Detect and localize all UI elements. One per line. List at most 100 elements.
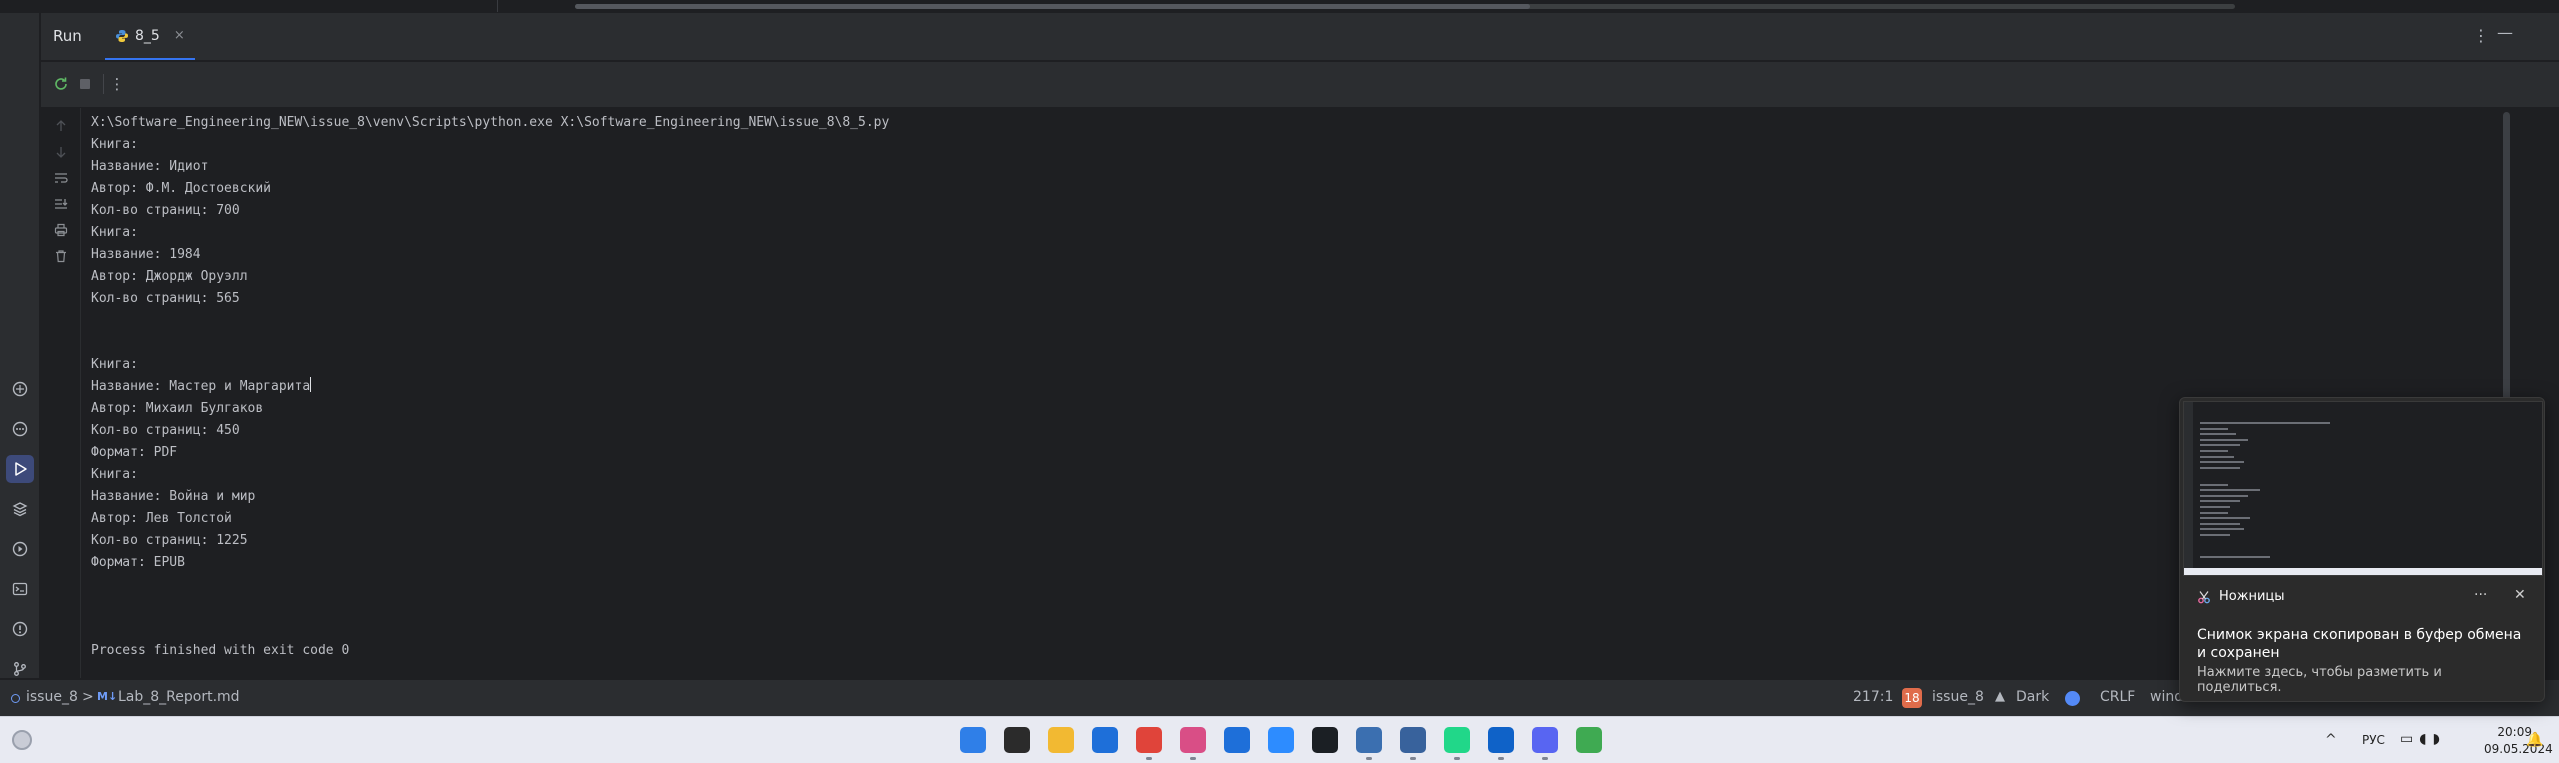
markdown-file-icon: M↓ <box>97 690 118 703</box>
text-caret <box>310 377 312 392</box>
notification-close-icon[interactable]: ✕ <box>2514 587 2526 603</box>
breadcrumb-separator: > <box>82 689 94 705</box>
github-icon[interactable] <box>1312 727 1338 753</box>
console-line: Кол-во страниц: 700 <box>91 203 240 218</box>
file-explorer-icon[interactable] <box>1048 727 1074 753</box>
thumbnail-line <box>2200 494 2248 497</box>
scroll-to-end-icon[interactable] <box>51 194 71 214</box>
console-line: Кол-во страниц: 565 <box>91 291 240 306</box>
running-indicator <box>1190 757 1196 760</box>
tray-status-icons[interactable]: ▭◖◗ <box>2400 731 2446 747</box>
run-tool-icon[interactable] <box>6 455 34 483</box>
more-options-icon[interactable]: ⋮ <box>2473 26 2489 45</box>
stop-icon[interactable] <box>75 74 95 94</box>
mail-icon[interactable] <box>1092 727 1118 753</box>
console-line-text: Название: Мастер и Маргарита <box>91 379 311 394</box>
thumbnail-line <box>2200 489 2260 492</box>
python-file-icon <box>116 29 128 42</box>
problems-icon[interactable] <box>6 615 34 643</box>
running-indicator <box>1146 757 1152 760</box>
store-icon[interactable] <box>1224 727 1250 753</box>
console-line: Книга: <box>91 137 138 152</box>
terminal-icon[interactable] <box>6 575 34 603</box>
caret-position[interactable]: 217:1 <box>1853 689 1893 705</box>
search-app-icon[interactable] <box>1400 727 1426 753</box>
screenshot-thumbnail[interactable] <box>2183 401 2543 576</box>
status-bar: issue_8 > M↓ Lab_8_Report.md 217:1 18 is… <box>0 679 2559 716</box>
soft-wrap-icon[interactable] <box>51 168 71 188</box>
console-line: Автор: Лев Толстой <box>91 511 232 526</box>
snipping-tool-icon[interactable] <box>1180 727 1206 753</box>
weather-icon[interactable] <box>12 730 32 750</box>
terminal-icon[interactable] <box>1004 727 1030 753</box>
pycharm-icon[interactable] <box>1444 727 1470 753</box>
windows-start-icon[interactable] <box>960 727 986 753</box>
image-viewer-icon[interactable] <box>1576 727 1602 753</box>
scroll-up-icon[interactable] <box>51 116 71 136</box>
breadcrumb-file[interactable]: Lab_8_Report.md <box>118 689 240 705</box>
clock-time[interactable]: 20:09 <box>2484 725 2532 739</box>
tool-window-strip <box>0 13 40 678</box>
notification-title: Снимок экрана скопирован в буфер обмена … <box>2197 627 2522 661</box>
toolbar-more-icon[interactable]: ⋮ <box>107 74 127 94</box>
minimize-icon[interactable]: — <box>2497 23 2513 42</box>
thumbnail-line <box>2200 455 2234 458</box>
thumbnail-line <box>2200 483 2228 486</box>
print-icon[interactable] <box>51 220 71 240</box>
show-hidden-icons-chevron[interactable]: ^ <box>2325 732 2337 748</box>
console-text: X:\Software_Engineering_NEW\issue_8\venv… <box>91 112 889 662</box>
close-tab-icon[interactable]: × <box>174 28 185 43</box>
thumbnail-line <box>2200 427 2228 430</box>
thumbnail-line <box>2200 433 2236 436</box>
running-indicator <box>1542 757 1548 760</box>
input-language[interactable]: РУС <box>2362 733 2385 747</box>
theme-name[interactable]: Dark <box>2016 689 2049 705</box>
thumbnail-line <box>2200 522 2240 525</box>
rerun-icon[interactable] <box>51 74 71 94</box>
thumbnail-line <box>2200 444 2240 447</box>
services-icon[interactable] <box>6 415 34 443</box>
clear-all-icon[interactable] <box>51 246 71 266</box>
vcs-badge[interactable]: 18 <box>1902 688 1922 708</box>
line-separator[interactable]: CRLF <box>2100 689 2135 705</box>
thumbnail-line <box>2200 511 2228 514</box>
project-icon <box>11 694 20 703</box>
snipping-tool-notification[interactable]: Ножницы ··· ✕ Снимок экрана скопирован в… <box>2179 397 2545 702</box>
status-indicator-icon[interactable] <box>2065 691 2080 706</box>
windows-taskbar: ^ РУС ▭◖◗ 20:09 09.05.2024 🔔 <box>0 716 2559 763</box>
notification-more-icon[interactable]: ··· <box>2474 587 2487 603</box>
discord-icon[interactable] <box>1532 727 1558 753</box>
console-line: Название: Идиот <box>91 159 209 174</box>
run-toolbar: ⋮ <box>41 62 2559 107</box>
thumbnail-line <box>2200 422 2330 424</box>
clock-date[interactable]: 09.05.2024 <box>2484 742 2553 756</box>
run-panel-title[interactable]: Run <box>53 27 82 45</box>
run-tab-8-5[interactable]: 8_5 × <box>105 13 195 60</box>
console-output[interactable]: X:\Software_Engineering_NEW\issue_8\venv… <box>82 108 2514 678</box>
breadcrumb-project[interactable]: issue_8 <box>26 689 78 705</box>
python-idle-icon[interactable] <box>1356 727 1382 753</box>
toolbar-divider <box>103 74 104 94</box>
editor-top-strip <box>0 0 2559 13</box>
chrome-icon[interactable] <box>1136 727 1162 753</box>
running-indicator <box>1366 757 1372 760</box>
notification-bell-icon[interactable]: 🔔 <box>2526 732 2543 748</box>
thumbnail-line <box>2200 556 2270 559</box>
running-indicator <box>1410 757 1416 760</box>
run-tab-label: 8_5 <box>135 27 160 44</box>
outlook-icon[interactable] <box>1488 727 1514 753</box>
scroll-down-icon[interactable] <box>51 142 71 162</box>
vcs-branch[interactable]: issue_8 <box>1932 689 1984 705</box>
thumbnail-taskbar <box>2184 568 2542 575</box>
running-indicator <box>1498 757 1504 760</box>
layers-icon[interactable] <box>6 495 34 523</box>
debug-run-icon[interactable] <box>6 535 34 563</box>
console-line: Формат: PDF <box>91 445 178 460</box>
horizontal-scrollbar-thumb[interactable] <box>575 4 1530 9</box>
zoom-icon[interactable] <box>1268 727 1294 753</box>
python-packages-icon[interactable] <box>6 375 34 403</box>
